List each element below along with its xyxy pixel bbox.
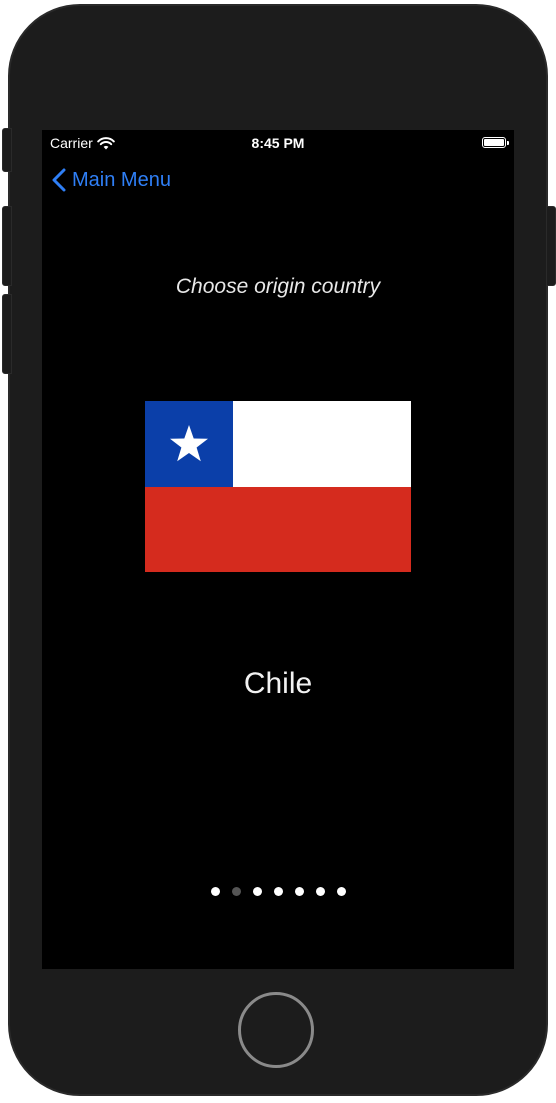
volume-down-button <box>2 294 12 374</box>
country-name: Chile <box>243 667 313 700</box>
back-button-label: Main Menu <box>72 168 171 191</box>
volume-up-button <box>2 206 12 286</box>
page-dot-6[interactable] <box>315 887 325 896</box>
page-dot-5[interactable] <box>294 887 304 896</box>
chevron-left-icon <box>52 168 66 192</box>
battery-level <box>484 139 504 146</box>
power-button <box>546 206 556 286</box>
page-dot-7[interactable] <box>336 887 346 896</box>
battery-icon <box>482 137 509 148</box>
home-button[interactable] <box>238 992 314 1068</box>
chile-flag-icon[interactable] <box>145 401 411 572</box>
status-time: 8:45 PM <box>251 135 305 151</box>
screen: Carrier 8:45 PM Main Menu Choose origin … <box>42 130 514 969</box>
page-control[interactable] <box>42 887 514 896</box>
mute-switch <box>2 128 12 172</box>
page-dot-4[interactable] <box>273 887 283 896</box>
flag-red-band <box>145 487 411 572</box>
page-dot-3[interactable] <box>252 887 262 896</box>
back-button[interactable]: Main Menu <box>52 168 171 192</box>
status-bar: Carrier 8:45 PM <box>42 130 514 156</box>
page-dot-1[interactable] <box>210 887 220 896</box>
page-dot-2-current[interactable] <box>231 887 241 896</box>
prompt-label: Choose origin country <box>175 275 381 298</box>
